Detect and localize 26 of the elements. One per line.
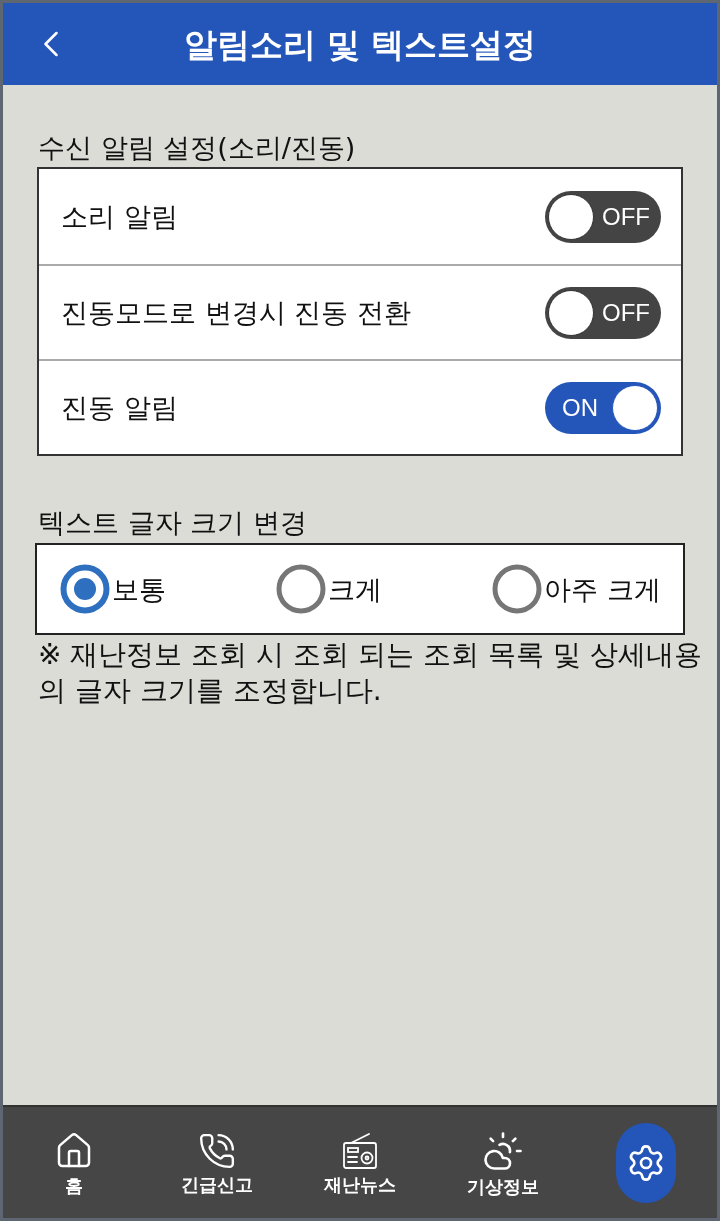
setting-label: 진동모드로 변경시 진동 전환 — [61, 299, 411, 326]
toggle-switch[interactable]: ON — [545, 381, 661, 434]
radio-option[interactable]: 보통 — [60, 564, 166, 614]
setting-label: 진동 알림 — [61, 394, 178, 421]
nav-tab[interactable]: 긴급신고 — [177, 1129, 258, 1196]
nav-tab[interactable]: 재난뉴스 — [320, 1129, 400, 1196]
toggle-switch[interactable]: OFF — [545, 286, 661, 339]
toggle-knob — [612, 384, 658, 431]
note-text: ※ 재난정보 조회 시 조회 되는 조회 목록 및 상세내용의 글자 크기를 조정합니다. — [38, 637, 703, 709]
toggle-switch[interactable]: OFF — [545, 190, 661, 243]
page-title: 알림소리 및 텍스트설정 — [182, 27, 538, 61]
toggle-knob — [548, 193, 594, 240]
nav-tab[interactable]: 홈 — [50, 1128, 99, 1197]
radio-icon — [342, 1131, 378, 1170]
radio-circle-icon — [60, 564, 110, 614]
phone-icon — [198, 1131, 237, 1170]
radio-option[interactable]: 크게 — [276, 564, 383, 614]
toggle-knob — [548, 289, 594, 336]
setting-label: 소리 알림 — [61, 203, 178, 230]
radio-circle-icon — [492, 564, 543, 614]
section-heading: 수신 알림 설정(소리/진동) — [38, 131, 357, 165]
nav-tab[interactable]: 기상정보 — [462, 1127, 543, 1198]
sun-cloud-icon — [481, 1129, 524, 1172]
radio-option[interactable]: 아주 크게 — [492, 564, 661, 614]
radio-circle-icon — [276, 564, 327, 614]
section-heading: 텍스트 글자 크기 변경 — [38, 506, 308, 540]
